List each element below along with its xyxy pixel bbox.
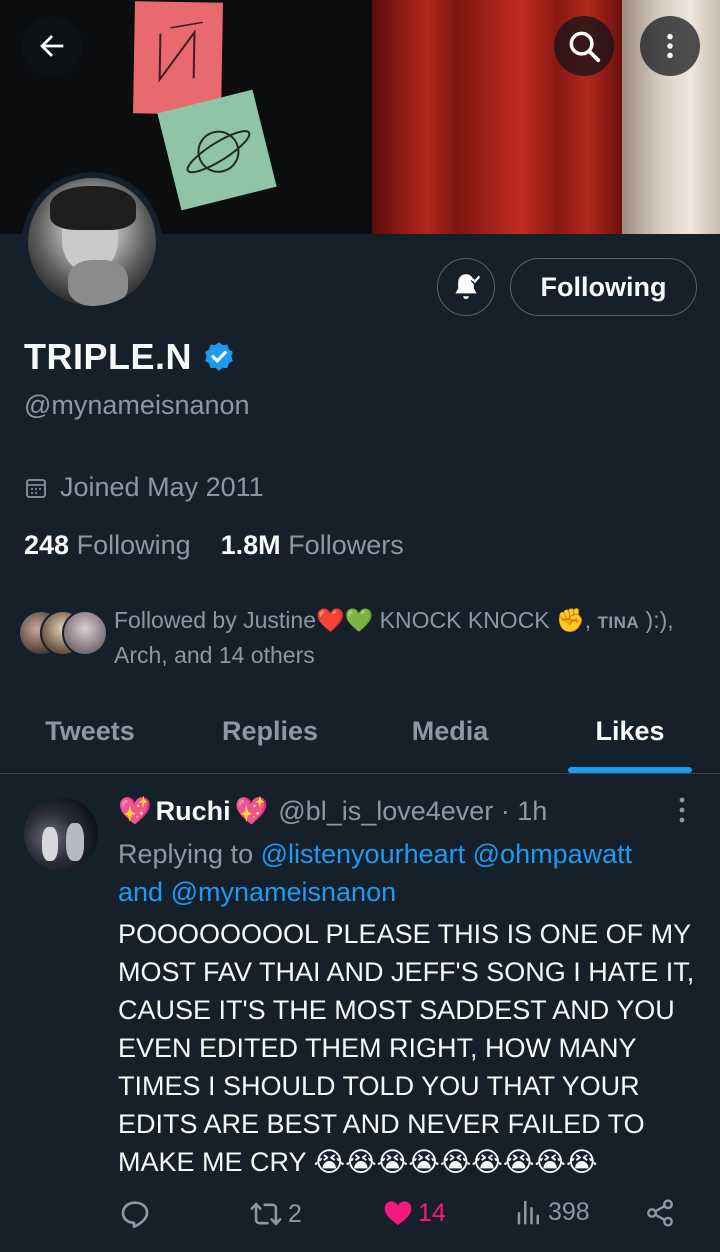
retweet-count: 2 (288, 1199, 302, 1228)
replying-to-label: Replying to (118, 839, 254, 869)
tweet-author-emoji: 💖 (118, 796, 152, 826)
tweet-author-emoji: 💖 (234, 796, 269, 826)
tab-tweets[interactable]: Tweets (0, 700, 180, 773)
back-button[interactable] (22, 16, 82, 76)
profile-name: TRIPLE.N (24, 336, 193, 377)
avatar-image (28, 178, 156, 306)
mention-link[interactable]: @ohmpawatt (473, 839, 632, 869)
banner-sticky-note-pink (133, 1, 223, 115)
joined-text: Joined May 2011 (60, 472, 264, 502)
tab-label: Media (411, 716, 489, 746)
reply-icon (121, 1201, 149, 1229)
back-arrow-icon (40, 35, 64, 57)
followed-by-name: KNOCK KNOCK (373, 607, 557, 633)
following-count: 248 (24, 530, 70, 560)
tweet-more-button[interactable] (672, 795, 692, 830)
heart-icon (384, 1201, 412, 1225)
followed-by-prefix: Followed by Justine (114, 607, 316, 633)
more-vertical-icon (667, 33, 673, 59)
verified-badge-icon (205, 342, 233, 371)
followers-label: Followers (288, 530, 404, 560)
views-button[interactable]: 398 (514, 1197, 590, 1227)
tab-label: Replies (221, 716, 319, 746)
followed-by-name: ):), (639, 607, 674, 633)
mention-link[interactable]: @listenyourheart (261, 839, 466, 869)
profile-avatar[interactable] (22, 172, 162, 312)
followed-by-text: Followed by Justine❤️💚 KNOCK KNOCK ✊, TI… (114, 604, 704, 672)
following-label: Following (76, 530, 191, 560)
mention-link[interactable]: @mynameisnanon (171, 877, 397, 907)
tweet-author-name[interactable]: Ruchi (156, 796, 231, 827)
tweet-text: POOOOOOOOL PLEASE THIS IS ONE OF MY MOST… (118, 919, 695, 1177)
tab-label: Likes (595, 716, 665, 746)
retweet-button[interactable]: 2 (248, 1197, 302, 1231)
followed-by-emoji: ❤️💚 (316, 607, 374, 633)
more-options-button[interactable] (640, 16, 700, 76)
tweet-actions: 2 14 398 (118, 1197, 688, 1237)
views-icon (517, 1200, 539, 1225)
like-count: 14 (418, 1198, 446, 1227)
share-button[interactable] (644, 1197, 676, 1229)
profile-tabs: Tweets Replies Media Likes (0, 700, 720, 774)
tab-label: Tweets (45, 716, 135, 746)
reply-button[interactable] (118, 1197, 152, 1231)
followers-stat[interactable]: 1.8M Followers (221, 530, 404, 561)
replying-to-and: and (118, 877, 164, 907)
search-icon (569, 31, 601, 63)
banner-sticky-note-green (157, 89, 277, 211)
followed-by-emoji: ✊ (556, 607, 585, 633)
followed-by-name: TINA (597, 613, 640, 632)
notifications-button[interactable] (437, 258, 495, 316)
followed-by[interactable]: Followed by Justine❤️💚 KNOCK KNOCK ✊, TI… (18, 604, 704, 672)
followers-count: 1.8M (220, 530, 281, 560)
followed-by-avatars (18, 610, 110, 658)
tweet-header: 💖 Ruchi 💖 @bl_is_love4ever · 1h (118, 795, 547, 827)
follow-stats: 248 Following 1.8M Followers (24, 530, 404, 561)
share-icon (647, 1199, 673, 1227)
followed-by-separator: , (584, 607, 598, 633)
joined-date: Joined May 2011 (24, 472, 264, 503)
following-button[interactable]: Following (510, 258, 697, 316)
notification-bell-icon (455, 274, 482, 300)
avatar (62, 610, 108, 656)
replying-to: Replying to @listenyourheart @ohmpawatt … (118, 835, 698, 911)
active-tab-indicator (568, 767, 692, 773)
profile-name-row: TRIPLE.N (24, 336, 236, 378)
view-count: 398 (548, 1197, 590, 1226)
retweet-icon (250, 1202, 282, 1226)
tweet-handle-time: @bl_is_love4ever · 1h (278, 795, 548, 826)
tab-media[interactable]: Media (360, 700, 540, 773)
tweet-author-avatar[interactable] (24, 797, 98, 871)
followed-by-others: Arch, and 14 others (114, 642, 315, 668)
calendar-icon (26, 478, 46, 498)
tab-replies[interactable]: Replies (180, 700, 360, 773)
following-stat[interactable]: 248 Following (24, 530, 191, 561)
profile-handle: @mynameisnanon (24, 390, 250, 420)
tab-likes[interactable]: Likes (540, 700, 720, 773)
more-vertical-icon (679, 797, 685, 823)
search-button[interactable] (554, 16, 614, 76)
like-button[interactable]: 14 (382, 1197, 446, 1229)
